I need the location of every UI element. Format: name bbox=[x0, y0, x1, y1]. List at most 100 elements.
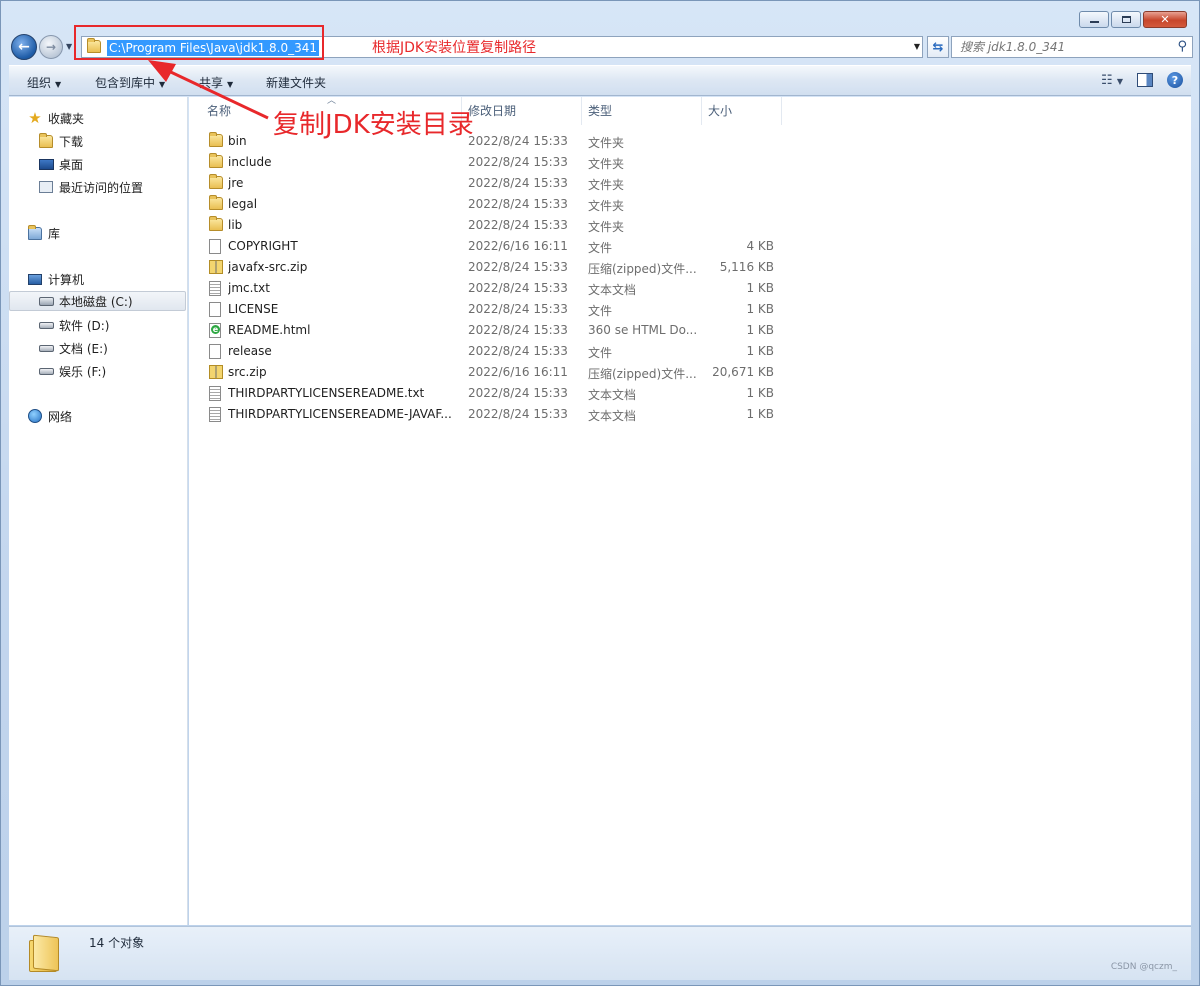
file-modified: 2022/8/24 15:33 bbox=[468, 386, 568, 400]
status-bar: 14 个对象 CSDN @qczm_ bbox=[9, 926, 1191, 980]
drive-icon bbox=[38, 340, 54, 356]
sidebar-item-drive-d[interactable]: 软件 (D:) bbox=[38, 315, 109, 335]
file-name: jre bbox=[228, 176, 244, 190]
file-type: 360 se HTML Do... bbox=[588, 323, 698, 337]
command-bar: 组织 ▼ 包含到库中 ▼ 共享 ▼ 新建文件夹 ☷ ▼ ? bbox=[9, 65, 1191, 96]
arrow-right-icon: → bbox=[45, 40, 57, 54]
file-modified: 2022/8/24 15:33 bbox=[468, 155, 568, 169]
chevron-down-icon: ▼ bbox=[55, 80, 62, 89]
chevron-down-icon: ▼ bbox=[227, 80, 234, 89]
navigation-pane: ★ 收藏夹 下载 桌面 最近访问的位置 库 计算机 本地磁盘 (C:) 软件 (… bbox=[9, 97, 188, 925]
network-icon bbox=[27, 408, 43, 424]
minimize-button[interactable] bbox=[1079, 11, 1109, 28]
file-size: 20,671 KB bbox=[712, 365, 774, 379]
sidebar-item-label: 下载 bbox=[59, 134, 84, 149]
item-count: 14 个对象 bbox=[89, 936, 145, 950]
chevron-down-icon: ▼ bbox=[159, 80, 166, 89]
file-name: THIRDPARTYLICENSEREADME-JAVAF... bbox=[228, 407, 452, 421]
sidebar-item-label: 最近访问的位置 bbox=[59, 180, 144, 195]
preview-pane-button[interactable] bbox=[1137, 73, 1153, 87]
chevron-down-icon: ▼ bbox=[1116, 76, 1123, 86]
file-icon bbox=[209, 302, 223, 317]
file-name: COPYRIGHT bbox=[228, 239, 298, 253]
recent-places-icon bbox=[38, 179, 54, 195]
watermark: CSDN @qczm_ bbox=[1110, 962, 1177, 972]
history-dropdown-icon[interactable]: ▼ bbox=[66, 42, 72, 51]
sidebar-item-drive-c[interactable]: 本地磁盘 (C:) bbox=[9, 291, 186, 311]
file-row[interactable]: THIRDPARTYLICENSEREADME.txt 2022/8/24 15:… bbox=[189, 383, 789, 404]
file-list-pane: 名称 修改日期 ︿ 类型 大小 bin 2022/8/24 15:33 文件夹 inc… bbox=[189, 96, 1191, 925]
file-row[interactable]: THIRDPARTYLICENSEREADME-JAVAF... 2022/8/2… bbox=[189, 404, 789, 425]
file-icon bbox=[209, 239, 223, 254]
computer-icon bbox=[27, 271, 43, 287]
file-modified: 2022/8/24 15:33 bbox=[468, 134, 568, 148]
file-name: src.zip bbox=[228, 365, 267, 379]
file-size: 4 KB bbox=[746, 239, 774, 253]
column-header-type[interactable]: 类型 bbox=[582, 97, 702, 125]
file-row[interactable]: lib 2022/8/24 15:33 文件夹 bbox=[189, 215, 789, 236]
sidebar-item-favorites[interactable]: ★ 收藏夹 bbox=[27, 108, 84, 128]
back-button[interactable]: ← bbox=[11, 34, 37, 60]
file-modified: 2022/8/24 15:33 bbox=[468, 407, 568, 421]
search-box[interactable]: ⚲ bbox=[951, 36, 1193, 58]
share-menu[interactable]: 共享 ▼ bbox=[199, 74, 233, 91]
sidebar-item-drive-e[interactable]: 文档 (E:) bbox=[38, 338, 108, 358]
folder-icon bbox=[29, 934, 61, 972]
sidebar-item-desktop[interactable]: 桌面 bbox=[38, 154, 83, 174]
organize-label: 组织 bbox=[27, 76, 52, 90]
zip-icon bbox=[209, 260, 223, 275]
annotation-hint-text: 根据JDK安装位置复制路径 bbox=[372, 40, 537, 56]
file-modified: 2022/8/24 15:33 bbox=[468, 260, 568, 274]
file-row[interactable]: LICENSE 2022/8/24 15:33 文件 1 KB bbox=[189, 299, 789, 320]
file-row[interactable]: src.zip 2022/6/16 16:11 压缩(zipped)文件... 20,… bbox=[189, 362, 789, 383]
sidebar-item-libraries[interactable]: 库 bbox=[27, 223, 60, 243]
drive-icon bbox=[38, 317, 54, 333]
include-in-library-label: 包含到库中 bbox=[95, 76, 156, 90]
annotation-highlight-box bbox=[74, 25, 324, 60]
file-type: 文件夹 bbox=[588, 199, 625, 213]
sidebar-item-label: 收藏夹 bbox=[48, 111, 85, 126]
sidebar-item-downloads[interactable]: 下载 bbox=[38, 131, 83, 151]
sidebar-item-drive-f[interactable]: 娱乐 (F:) bbox=[38, 361, 106, 381]
file-size: 1 KB bbox=[746, 407, 774, 421]
refresh-button[interactable]: ⇆ bbox=[927, 36, 949, 58]
window-caption-buttons: ✕ bbox=[1079, 11, 1187, 28]
column-header-size[interactable]: 大小 bbox=[702, 97, 782, 125]
search-input[interactable] bbox=[960, 40, 1160, 54]
file-row[interactable]: legal 2022/8/24 15:33 文件夹 bbox=[189, 194, 789, 215]
file-modified: 2022/8/24 15:33 bbox=[468, 197, 568, 211]
maximize-icon bbox=[1121, 16, 1131, 23]
search-icon[interactable]: ⚲ bbox=[1177, 39, 1187, 54]
file-size: 1 KB bbox=[746, 386, 774, 400]
file-row[interactable]: jmc.txt 2022/8/24 15:33 文本文档 1 KB bbox=[189, 278, 789, 299]
file-type: 文件夹 bbox=[588, 136, 625, 150]
sidebar-item-label: 库 bbox=[48, 226, 61, 241]
sidebar-item-recent[interactable]: 最近访问的位置 bbox=[38, 177, 143, 197]
file-row[interactable]: jre 2022/8/24 15:33 文件夹 bbox=[189, 173, 789, 194]
organize-menu[interactable]: 组织 ▼ bbox=[27, 74, 61, 91]
file-row[interactable]: include 2022/8/24 15:33 文件夹 bbox=[189, 152, 789, 173]
sidebar-item-network[interactable]: 网络 bbox=[27, 406, 72, 426]
file-row[interactable]: COPYRIGHT 2022/6/16 16:11 文件 4 KB bbox=[189, 236, 789, 257]
sidebar-item-computer[interactable]: 计算机 bbox=[27, 269, 84, 289]
maximize-button[interactable] bbox=[1111, 11, 1141, 28]
change-view-button[interactable]: ☷ ▼ bbox=[1101, 73, 1123, 88]
system-drive-icon bbox=[38, 293, 54, 309]
include-in-library-menu[interactable]: 包含到库中 ▼ bbox=[95, 74, 165, 91]
folder-icon bbox=[209, 132, 223, 149]
forward-button[interactable]: → bbox=[39, 35, 63, 59]
file-row[interactable]: release 2022/8/24 15:33 文件 1 KB bbox=[189, 341, 789, 362]
file-row[interactable]: README.html 2022/8/24 15:33 360 se HTML Do… bbox=[189, 320, 789, 341]
file-type: 文件夹 bbox=[588, 178, 625, 192]
address-dropdown-icon[interactable]: ▼ bbox=[914, 42, 920, 51]
new-folder-button[interactable]: 新建文件夹 bbox=[266, 74, 326, 91]
column-header-modified[interactable]: 修改日期 bbox=[462, 97, 582, 125]
file-modified: 2022/8/24 15:33 bbox=[468, 281, 568, 295]
library-icon bbox=[27, 224, 43, 241]
file-name: include bbox=[228, 155, 272, 169]
help-button[interactable]: ? bbox=[1167, 72, 1183, 88]
sidebar-item-label: 计算机 bbox=[48, 272, 85, 287]
view-list-icon: ☷ bbox=[1101, 72, 1113, 88]
close-button[interactable]: ✕ bbox=[1143, 11, 1187, 28]
file-row[interactable]: javafx-src.zip 2022/8/24 15:33 压缩(zipped)文… bbox=[189, 257, 789, 278]
